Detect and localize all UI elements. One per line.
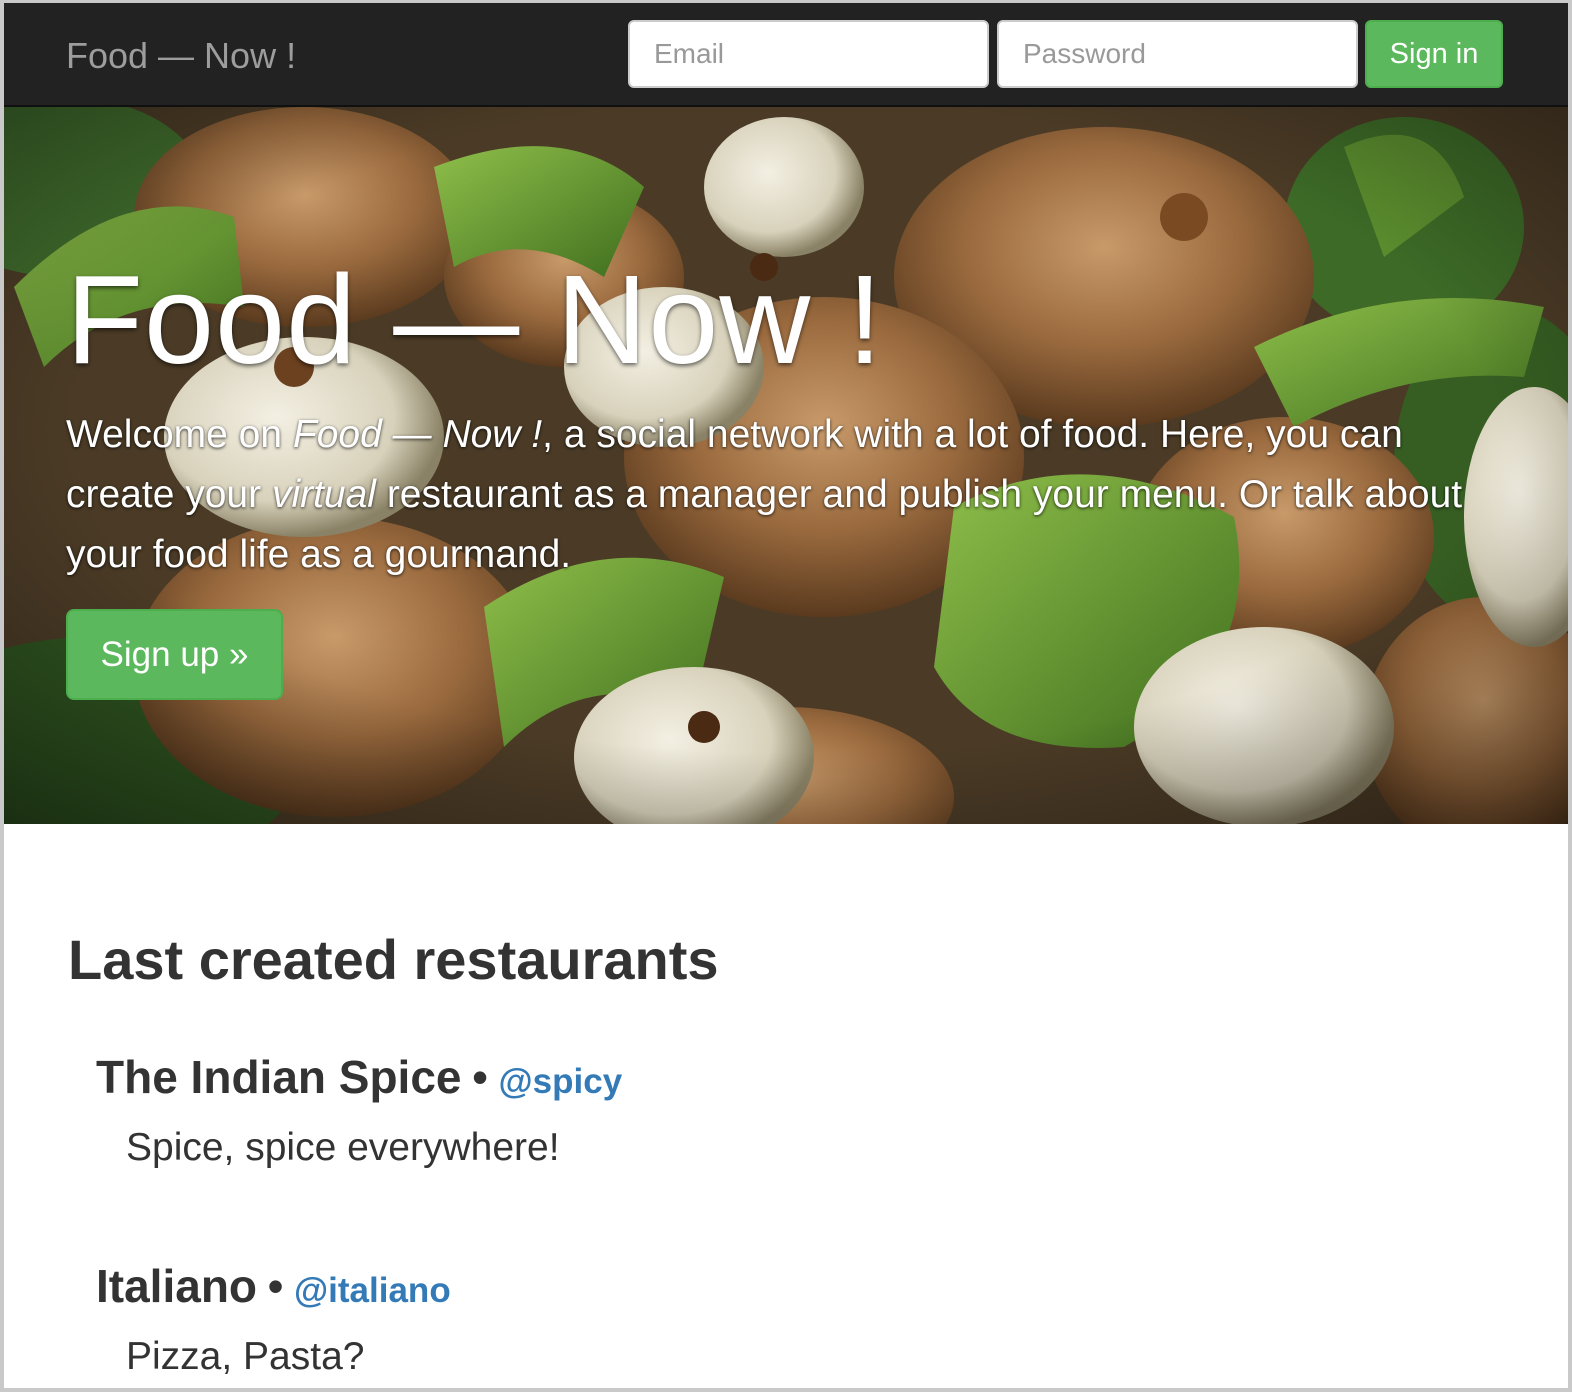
browser-window: Food — Now ! Sign in: [0, 0, 1572, 1392]
sign-up-button[interactable]: Sign up »: [66, 609, 283, 700]
hero-text-part1: Welcome on: [66, 413, 293, 456]
top-navbar: Food — Now ! Sign in: [4, 3, 1568, 107]
hero-text-virtual: virtual: [271, 473, 376, 516]
hero-title: Food — Now !: [66, 249, 884, 390]
restaurant-handle-link[interactable]: @spicy: [499, 1062, 623, 1101]
sign-in-button[interactable]: Sign in: [1365, 20, 1503, 88]
separator-bullet: •: [471, 1051, 489, 1103]
restaurant-item: Italiano • @italiano Pizza, Pasta?: [96, 1259, 451, 1379]
separator-bullet: •: [267, 1260, 284, 1312]
restaurant-description: Spice, spice everywhere!: [126, 1126, 560, 1169]
restaurant-item: The Indian Spice • @spicy Spice, spice e…: [96, 1050, 622, 1170]
section-title: Last created restaurants: [68, 928, 719, 991]
brand-link[interactable]: Food — Now !: [66, 35, 296, 77]
restaurant-header: Italiano • @italiano: [96, 1259, 451, 1313]
hero-description: Welcome on Food — Now !, a social networ…: [66, 405, 1486, 585]
restaurant-header: The Indian Spice • @spicy: [96, 1050, 622, 1104]
restaurant-name: Italiano: [96, 1260, 258, 1312]
restaurant-description: Pizza, Pasta?: [126, 1335, 365, 1378]
restaurant-handle-link[interactable]: @italiano: [294, 1271, 451, 1310]
hero-jumbotron: Food — Now ! Welcome on Food — Now !, a …: [4, 107, 1568, 824]
hero-text-brand: Food — Now !: [292, 413, 543, 456]
email-input[interactable]: [628, 20, 989, 88]
password-input[interactable]: [997, 20, 1358, 88]
main-content: Last created restaurants The Indian Spic…: [4, 824, 1568, 1388]
restaurant-name: The Indian Spice: [96, 1051, 462, 1103]
